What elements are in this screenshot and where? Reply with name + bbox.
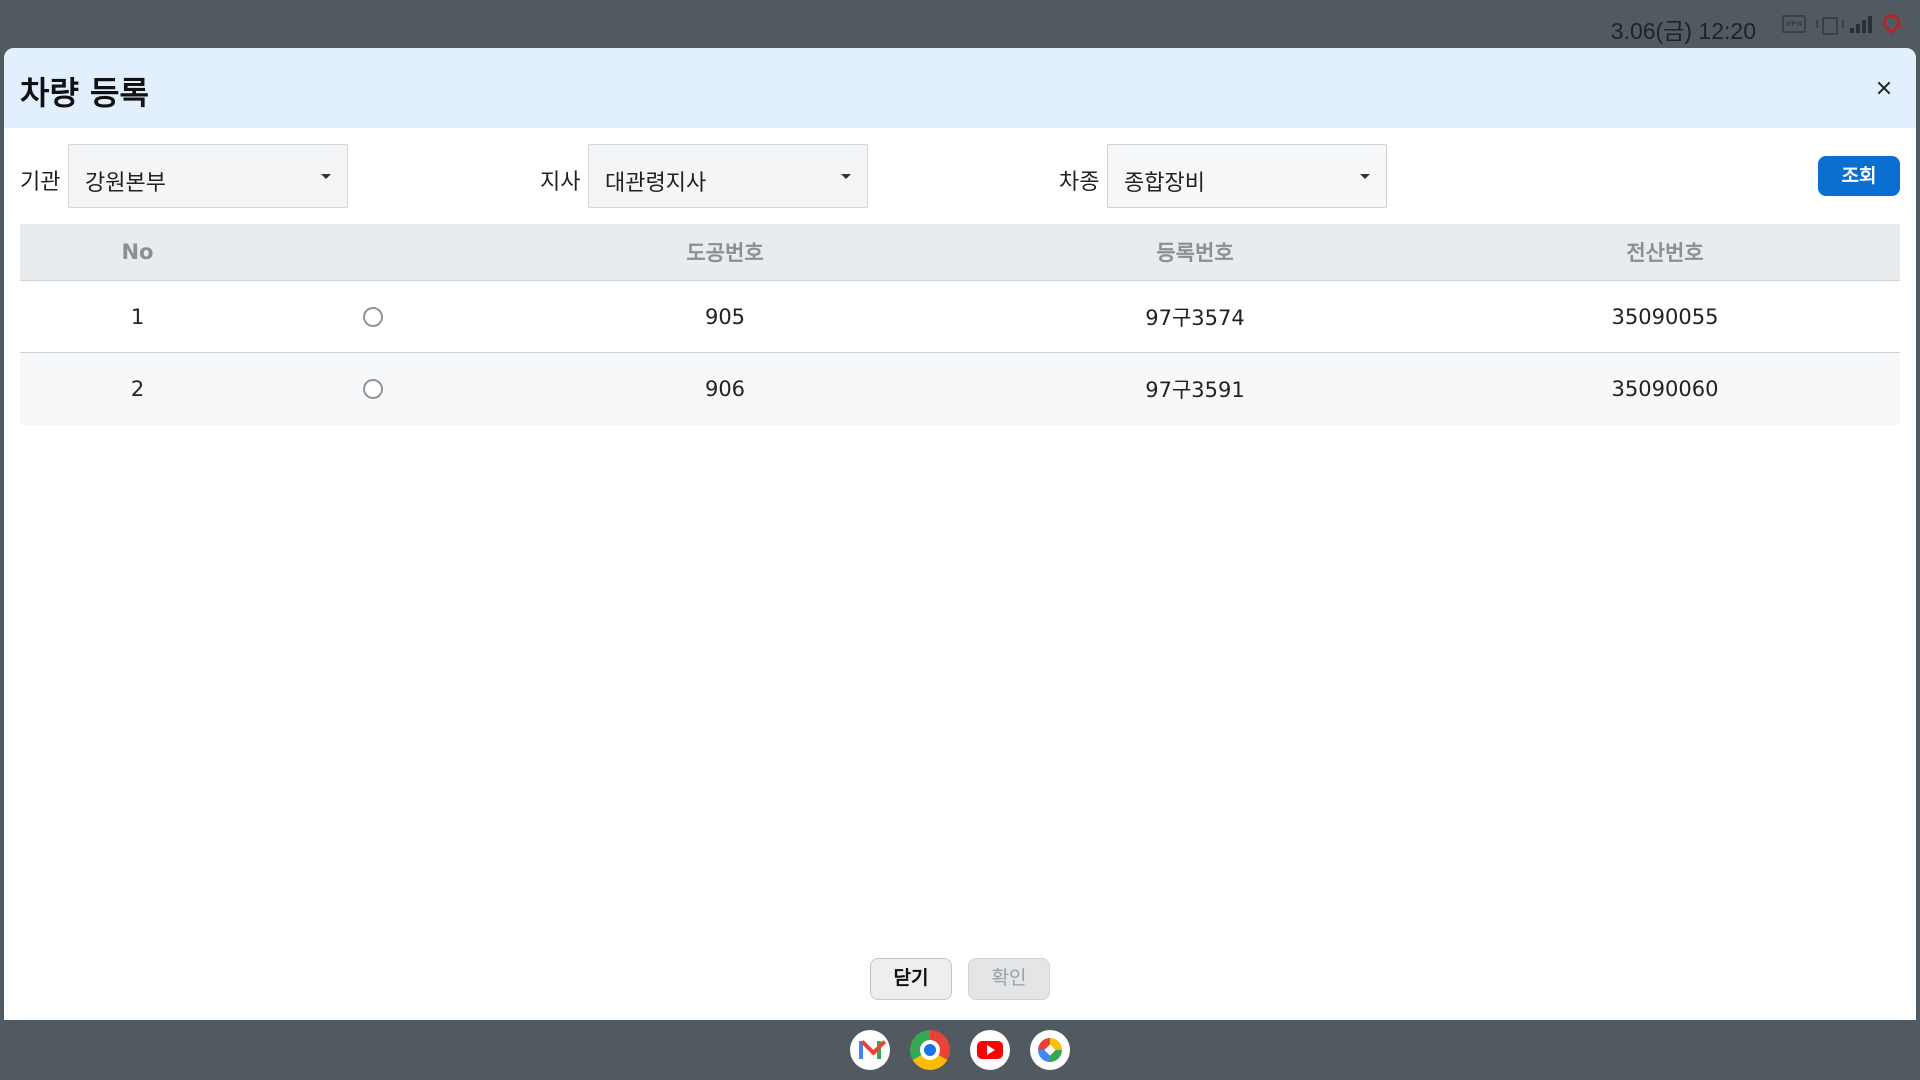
status-time: 3.06(금) 12:20 bbox=[1610, 18, 1756, 44]
confirm-button: 확인 bbox=[968, 958, 1050, 1000]
location-icon bbox=[1882, 14, 1909, 34]
row-radio[interactable] bbox=[362, 379, 383, 399]
vpn-icon: VPN bbox=[1782, 15, 1806, 33]
header-no: No bbox=[121, 240, 154, 264]
table-row[interactable]: 2 906 97구3591 35090060 bbox=[20, 353, 1900, 425]
row-comp-no: 35090055 bbox=[1611, 304, 1719, 329]
search-button[interactable]: 조회 bbox=[1818, 156, 1900, 196]
vibrate-icon bbox=[1816, 15, 1844, 35]
header-select bbox=[255, 224, 490, 280]
org-select[interactable]: 강원본부 bbox=[68, 144, 348, 208]
chevron-down-icon bbox=[321, 174, 331, 179]
type-select[interactable]: 종합장비 bbox=[1107, 144, 1387, 208]
row-reg-no: 97구3591 bbox=[1145, 378, 1245, 402]
app-dock bbox=[0, 1020, 1920, 1080]
signal-icon bbox=[1850, 15, 1872, 33]
type-label: 차종 bbox=[1059, 170, 1100, 195]
branch-select[interactable]: 대관령지사 bbox=[588, 144, 868, 208]
row-reg-no: 97구3574 bbox=[1145, 305, 1245, 330]
branch-label: 지사 bbox=[540, 170, 581, 195]
youtube-icon[interactable] bbox=[970, 1030, 1010, 1070]
dialog-title: 차량 등록 bbox=[20, 74, 149, 112]
table-row[interactable]: 1 905 97구3574 35090055 bbox=[20, 281, 1900, 353]
branch-select-value: 대관령지사 bbox=[605, 171, 707, 196]
chevron-down-icon bbox=[841, 174, 851, 179]
table-header: No 도공번호 등록번호 전산번호 bbox=[20, 224, 1900, 281]
org-label: 기관 bbox=[20, 170, 61, 195]
header-reg-no: 등록번호 bbox=[1156, 241, 1234, 265]
vehicle-table: No 도공번호 등록번호 전산번호 1 905 97구3574 35090055… bbox=[20, 224, 1900, 425]
chrome-icon[interactable] bbox=[910, 1030, 950, 1070]
header-comp-no: 전산번호 bbox=[1626, 241, 1704, 265]
row-no: 2 bbox=[130, 377, 145, 401]
chevron-down-icon bbox=[1360, 174, 1370, 179]
gmail-icon[interactable] bbox=[850, 1030, 890, 1070]
photos-icon[interactable] bbox=[1030, 1030, 1070, 1070]
row-no: 1 bbox=[130, 304, 145, 329]
dialog-header: 차량 등록 bbox=[4, 48, 1916, 128]
status-icons: VPN bbox=[1782, 14, 1909, 35]
row-road-no: 905 bbox=[704, 304, 746, 329]
row-road-no: 906 bbox=[704, 377, 746, 401]
close-icon[interactable] bbox=[1868, 72, 1900, 104]
status-bar: 3.06(금) 12:20 VPN bbox=[0, 0, 1920, 48]
type-select-value: 종합장비 bbox=[1124, 171, 1205, 196]
close-button[interactable]: 닫기 bbox=[870, 958, 952, 1000]
row-select-cell bbox=[255, 353, 490, 425]
row-radio[interactable] bbox=[362, 306, 383, 327]
header-road-no: 도공번호 bbox=[686, 241, 764, 265]
row-select-cell bbox=[255, 281, 490, 352]
row-comp-no: 35090060 bbox=[1611, 377, 1719, 401]
org-select-value: 강원본부 bbox=[85, 171, 166, 196]
